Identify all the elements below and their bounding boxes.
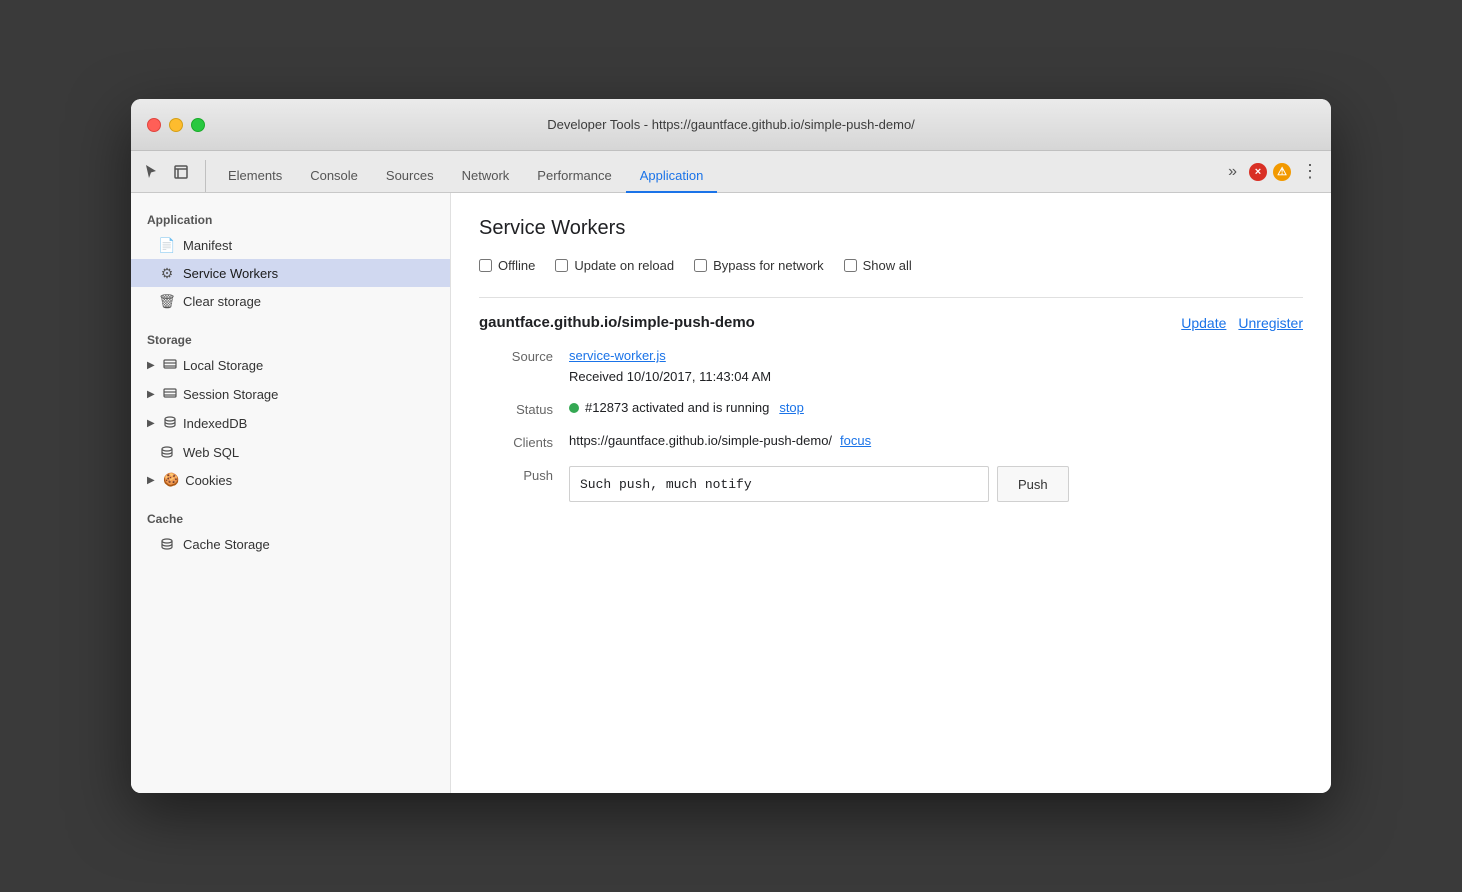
- status-text: #12873 activated and is running: [585, 400, 769, 415]
- close-button[interactable]: [147, 118, 161, 132]
- toolbar-icons: [139, 160, 206, 192]
- panel-title: Service Workers: [479, 217, 1303, 240]
- stop-link[interactable]: stop: [779, 400, 804, 415]
- clients-label: Clients: [479, 433, 569, 450]
- web-sql-icon: [159, 444, 175, 460]
- bypass-for-network-label: Bypass for network: [713, 258, 824, 273]
- cookies-icon: 🍪: [163, 472, 179, 488]
- toolbar-right: » × ⚠ ⋮: [1222, 159, 1323, 192]
- checkbox-bypass-for-network[interactable]: Bypass for network: [694, 258, 824, 273]
- status-label: Status: [479, 400, 569, 417]
- status-dot: [569, 403, 579, 413]
- show-all-checkbox[interactable]: [844, 259, 857, 272]
- title-bar: Developer Tools - https://gauntface.gith…: [131, 99, 1331, 151]
- sidebar-item-web-sql[interactable]: Web SQL: [131, 438, 450, 466]
- clients-row: https://gauntface.github.io/simple-push-…: [569, 433, 1303, 448]
- bypass-for-network-checkbox[interactable]: [694, 259, 707, 272]
- traffic-lights: [147, 118, 205, 132]
- sidebar-label-manifest: Manifest: [183, 238, 232, 253]
- push-row: Push: [569, 466, 1303, 502]
- sidebar-item-session-storage[interactable]: ▶ Session Storage: [131, 380, 450, 409]
- sidebar-label-indexeddb: IndexedDB: [183, 416, 247, 431]
- offline-label: Offline: [498, 258, 535, 273]
- sidebar-label-cookies: Cookies: [185, 473, 232, 488]
- indexeddb-expand-icon: ▶: [147, 418, 157, 429]
- checkboxes-row: Offline Update on reload Bypass for netw…: [479, 258, 1303, 273]
- sidebar-section-application: Application: [131, 205, 450, 231]
- tab-network[interactable]: Network: [448, 160, 524, 193]
- clients-url: https://gauntface.github.io/simple-push-…: [569, 433, 832, 448]
- offline-checkbox[interactable]: [479, 259, 492, 272]
- sidebar-label-service-workers: Service Workers: [183, 266, 278, 281]
- sidebar: Application 📄 Manifest ⚙ Service Workers…: [131, 193, 451, 793]
- update-on-reload-label: Update on reload: [574, 258, 674, 273]
- worker-actions: Update Unregister: [1181, 315, 1303, 331]
- manifest-icon: 📄: [159, 237, 175, 253]
- more-options-button[interactable]: ⋮: [1297, 159, 1323, 184]
- sidebar-label-cache-storage: Cache Storage: [183, 537, 270, 552]
- worker-details: Source service-worker.js Received 10/10/…: [479, 347, 1303, 502]
- cursor-icon[interactable]: [139, 160, 163, 184]
- worker-entry: gauntface.github.io/simple-push-demo Upd…: [479, 297, 1303, 502]
- source-value: service-worker.js Received 10/10/2017, 1…: [569, 347, 1303, 384]
- tab-performance[interactable]: Performance: [523, 160, 625, 193]
- cookies-expand-icon: ▶: [147, 475, 157, 486]
- sidebar-item-clear-storage[interactable]: 🗑 Clear storage: [131, 287, 450, 315]
- cache-storage-icon: [159, 536, 175, 552]
- session-storage-expand-icon: ▶: [147, 389, 157, 400]
- main-panel: Service Workers Offline Update on reload…: [451, 193, 1331, 793]
- warning-badge: ⚠: [1273, 163, 1291, 181]
- sidebar-label-web-sql: Web SQL: [183, 445, 239, 460]
- sidebar-item-service-workers[interactable]: ⚙ Service Workers: [131, 259, 450, 287]
- worker-header: gauntface.github.io/simple-push-demo Upd…: [479, 314, 1303, 331]
- focus-link[interactable]: focus: [840, 433, 871, 448]
- worker-origin: gauntface.github.io/simple-push-demo: [479, 314, 755, 331]
- maximize-button[interactable]: [191, 118, 205, 132]
- tab-sources[interactable]: Sources: [372, 160, 448, 193]
- sidebar-item-cookies[interactable]: ▶ 🍪 Cookies: [131, 466, 450, 494]
- tabs-bar: Elements Console Sources Network Perform…: [214, 160, 1222, 192]
- sidebar-item-local-storage[interactable]: ▶ Local Storage: [131, 351, 450, 380]
- error-badge: ×: [1249, 163, 1267, 181]
- update-link[interactable]: Update: [1181, 315, 1226, 331]
- update-on-reload-checkbox[interactable]: [555, 259, 568, 272]
- toolbar: Elements Console Sources Network Perform…: [131, 151, 1331, 193]
- push-label: Push: [479, 466, 569, 483]
- status-row: #12873 activated and is running stop: [569, 400, 1303, 415]
- sidebar-label-clear-storage: Clear storage: [183, 294, 261, 309]
- source-label: Source: [479, 347, 569, 364]
- sidebar-item-cache-storage[interactable]: Cache Storage: [131, 530, 450, 558]
- tab-console[interactable]: Console: [296, 160, 372, 193]
- tab-application[interactable]: Application: [626, 160, 718, 193]
- received-text: Received 10/10/2017, 11:43:04 AM: [569, 369, 1303, 384]
- local-storage-expand-icon: ▶: [147, 360, 157, 371]
- unregister-link[interactable]: Unregister: [1238, 315, 1303, 331]
- minimize-button[interactable]: [169, 118, 183, 132]
- checkbox-offline[interactable]: Offline: [479, 258, 535, 273]
- show-all-label: Show all: [863, 258, 912, 273]
- service-workers-icon: ⚙: [159, 265, 175, 281]
- indexeddb-icon: [163, 415, 177, 432]
- inspect-icon[interactable]: [169, 160, 193, 184]
- tab-elements[interactable]: Elements: [214, 160, 296, 193]
- checkbox-update-on-reload[interactable]: Update on reload: [555, 258, 674, 273]
- push-input[interactable]: [569, 466, 989, 502]
- local-storage-icon: [163, 357, 177, 374]
- more-tabs-button[interactable]: »: [1222, 161, 1243, 183]
- session-storage-icon: [163, 386, 177, 403]
- clear-storage-icon: 🗑: [159, 293, 175, 309]
- source-file-link[interactable]: service-worker.js: [569, 348, 666, 363]
- sidebar-label-session-storage: Session Storage: [183, 387, 278, 402]
- checkbox-show-all[interactable]: Show all: [844, 258, 912, 273]
- sidebar-section-storage: Storage: [131, 325, 450, 351]
- sidebar-item-indexeddb[interactable]: ▶ IndexedDB: [131, 409, 450, 438]
- main-content: Application 📄 Manifest ⚙ Service Workers…: [131, 193, 1331, 793]
- window-title: Developer Tools - https://gauntface.gith…: [547, 117, 915, 132]
- push-button[interactable]: Push: [997, 466, 1069, 502]
- devtools-window: Developer Tools - https://gauntface.gith…: [131, 99, 1331, 793]
- sidebar-item-manifest[interactable]: 📄 Manifest: [131, 231, 450, 259]
- sidebar-label-local-storage: Local Storage: [183, 358, 263, 373]
- sidebar-section-cache: Cache: [131, 504, 450, 530]
